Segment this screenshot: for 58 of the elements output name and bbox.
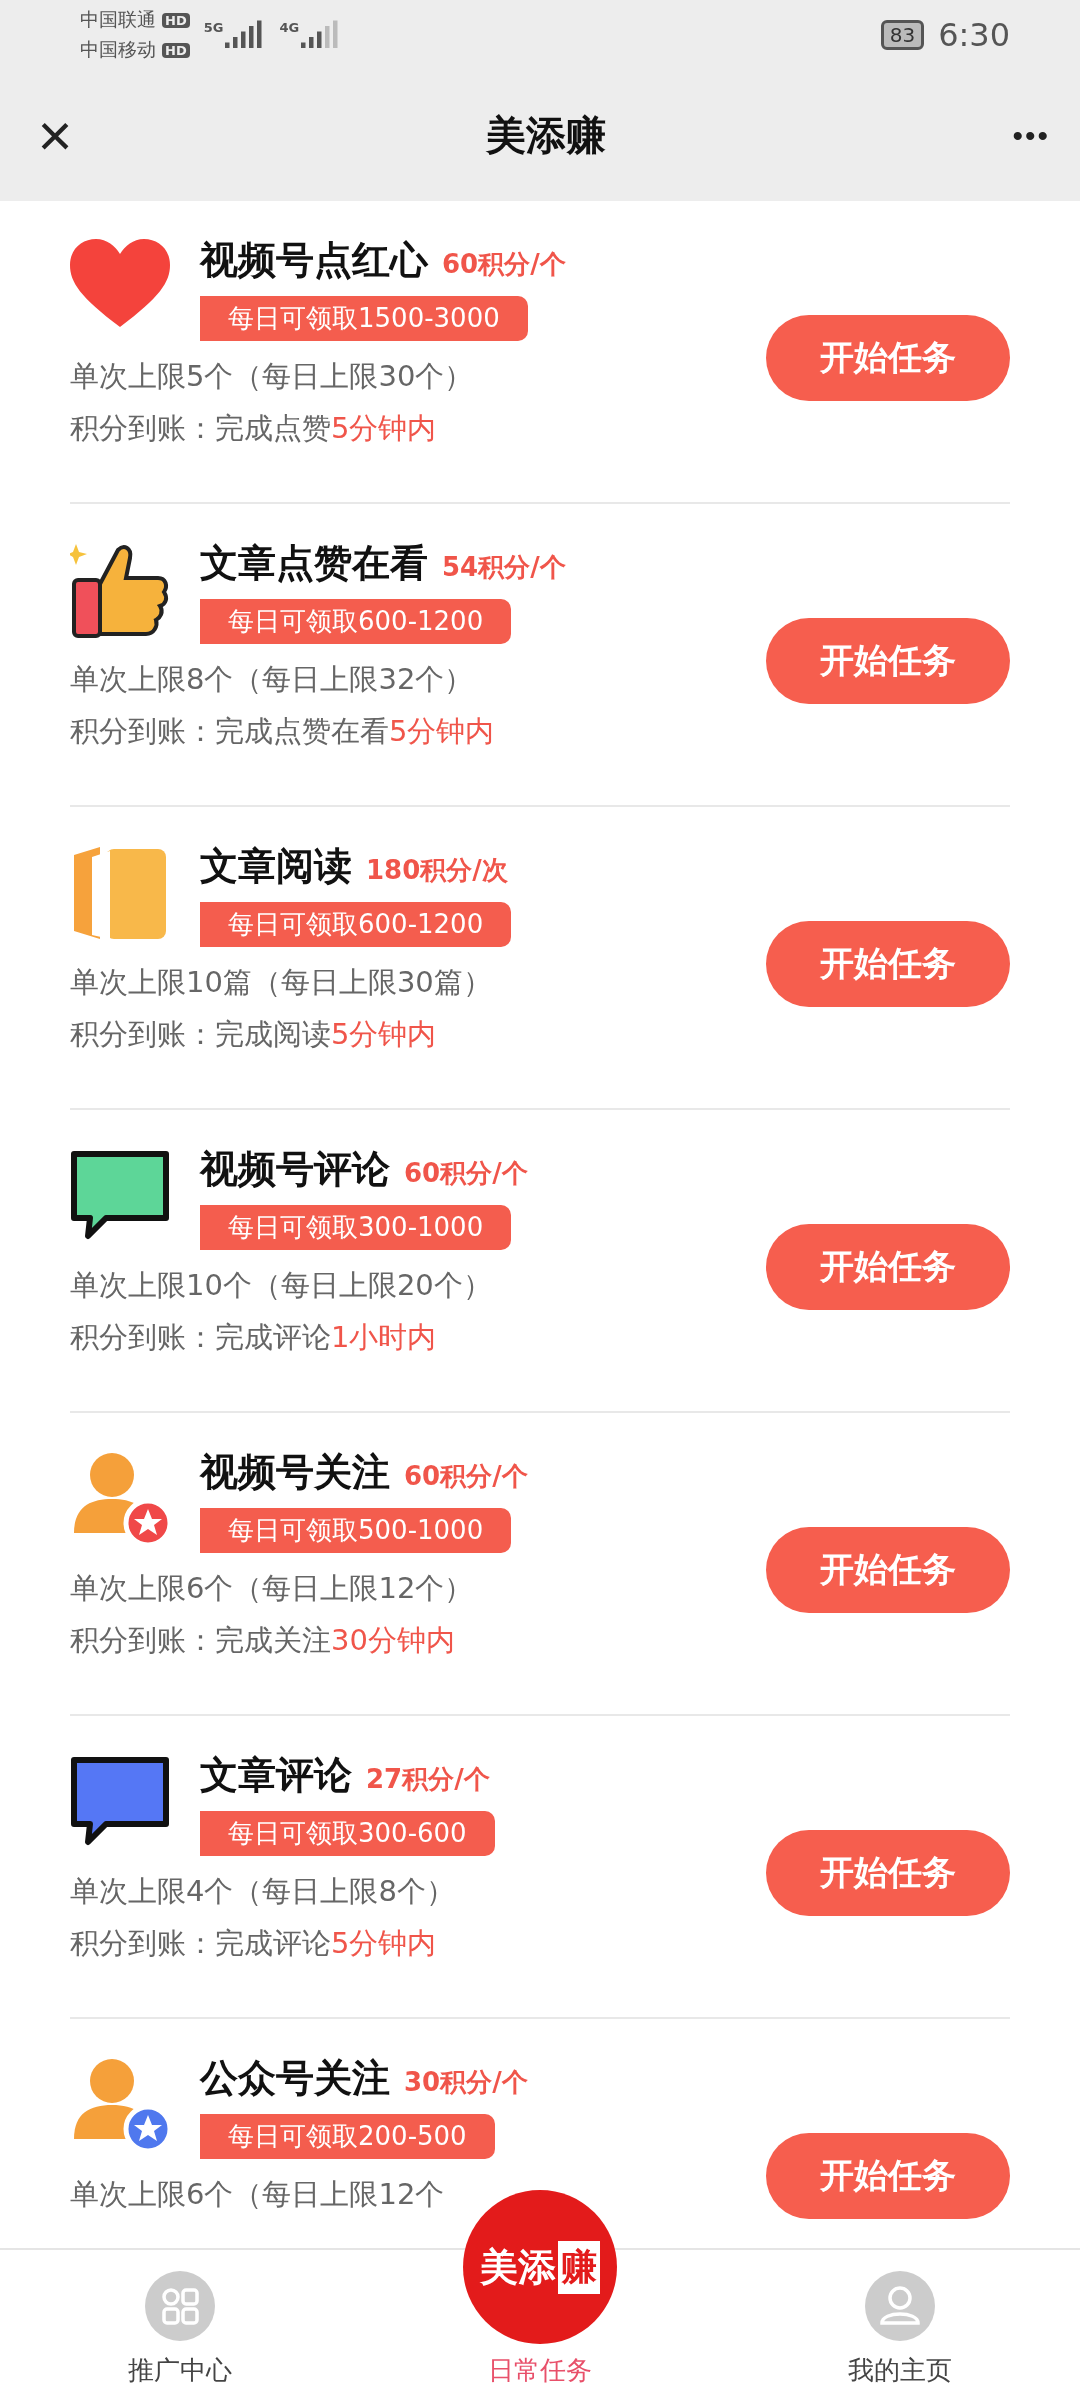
- daily-badge: 每日可领取300-600: [200, 1811, 495, 1856]
- daily-badge: 每日可领取300-1000: [200, 1205, 512, 1250]
- tab-item[interactable]: 日常任务: [488, 2353, 592, 2388]
- task-title: 文章评论: [200, 1752, 352, 1799]
- points-rate: 54积分/个: [442, 551, 566, 584]
- points-rate: 60积分/个: [404, 1157, 528, 1190]
- reward-text: 积分到账：完成点赞在看5分钟内: [70, 713, 496, 750]
- carrier-name: 中国联通: [80, 7, 156, 32]
- hd-tag: HD: [162, 42, 190, 58]
- user-icon: [865, 2271, 935, 2341]
- network-label: 5G: [203, 20, 224, 35]
- reward-text: 积分到账：完成关注30分钟内: [70, 1622, 456, 1659]
- limit-text: 单次上限10个（每日上限20个）: [70, 1267, 493, 1304]
- more-button[interactable]: •••: [1012, 118, 1050, 153]
- reward-text: 积分到账：完成阅读5分钟内: [70, 1016, 438, 1053]
- points-rate: 60积分/个: [442, 248, 566, 281]
- task-title: 视频号评论: [200, 1146, 390, 1193]
- points-rate: 30积分/个: [404, 2066, 528, 2099]
- start-task-button[interactable]: 开始任务: [766, 921, 1010, 1007]
- task-title: 公众号关注: [200, 2055, 390, 2102]
- reward-text: 积分到账：完成评论5分钟内: [70, 1925, 438, 1962]
- page-title: 美添赚: [486, 111, 607, 160]
- limit-text: 单次上限5个（每日上限30个）: [70, 358, 475, 395]
- grid-icon: [145, 2271, 215, 2341]
- points-rate: 60积分/个: [404, 1460, 528, 1493]
- start-task-button[interactable]: 开始任务: [766, 1830, 1010, 1916]
- reward-text: 积分到账：完成评论1小时内: [70, 1319, 438, 1356]
- task-title: 视频号关注: [200, 1449, 390, 1496]
- network-label: 4G: [279, 20, 300, 35]
- reward-text: 积分到账：完成点赞5分钟内: [70, 410, 438, 447]
- start-task-button[interactable]: 开始任务: [766, 1224, 1010, 1310]
- app-logo: 美添赚: [463, 2190, 617, 2344]
- daily-badge: 每日可领取1500-3000: [200, 296, 528, 341]
- task-title: 文章点赞在看: [200, 540, 428, 587]
- battery-icon: 83: [880, 20, 925, 50]
- tab-item[interactable]: 推广中心: [128, 2353, 232, 2388]
- daily-badge: 每日可领取600-1200: [200, 902, 512, 947]
- daily-badge: 每日可领取200-500: [200, 2114, 495, 2159]
- start-task-button[interactable]: 开始任务: [766, 2133, 1010, 2219]
- start-task-button[interactable]: 开始任务: [766, 1527, 1010, 1613]
- limit-text: 单次上限4个（每日上限8个）: [70, 1873, 456, 1910]
- close-button[interactable]: ×: [30, 101, 80, 170]
- start-task-button[interactable]: 开始任务: [766, 618, 1010, 704]
- task-title: 视频号点红心: [200, 237, 428, 284]
- tab-item[interactable]: 我的主页: [848, 2353, 952, 2388]
- start-task-button[interactable]: 开始任务: [766, 315, 1010, 401]
- limit-text: 单次上限8个（每日上限32个）: [70, 661, 475, 698]
- points-rate: 180积分/次: [366, 854, 508, 887]
- hd-tag: HD: [162, 12, 190, 28]
- task-title: 文章阅读: [200, 843, 352, 890]
- daily-badge: 每日可领取500-1000: [200, 1508, 512, 1553]
- limit-text: 单次上限6个（每日上限12个）: [70, 1570, 475, 1607]
- points-rate: 27积分/个: [366, 1763, 490, 1796]
- carrier-name: 中国移动: [80, 37, 156, 62]
- limit-text: 单次上限10篇（每日上限30篇）: [70, 964, 493, 1001]
- limit-text: 单次上限6个（每日上限12个: [70, 2176, 446, 2213]
- daily-badge: 每日可领取600-1200: [200, 599, 512, 644]
- clock: 6:30: [938, 16, 1010, 54]
